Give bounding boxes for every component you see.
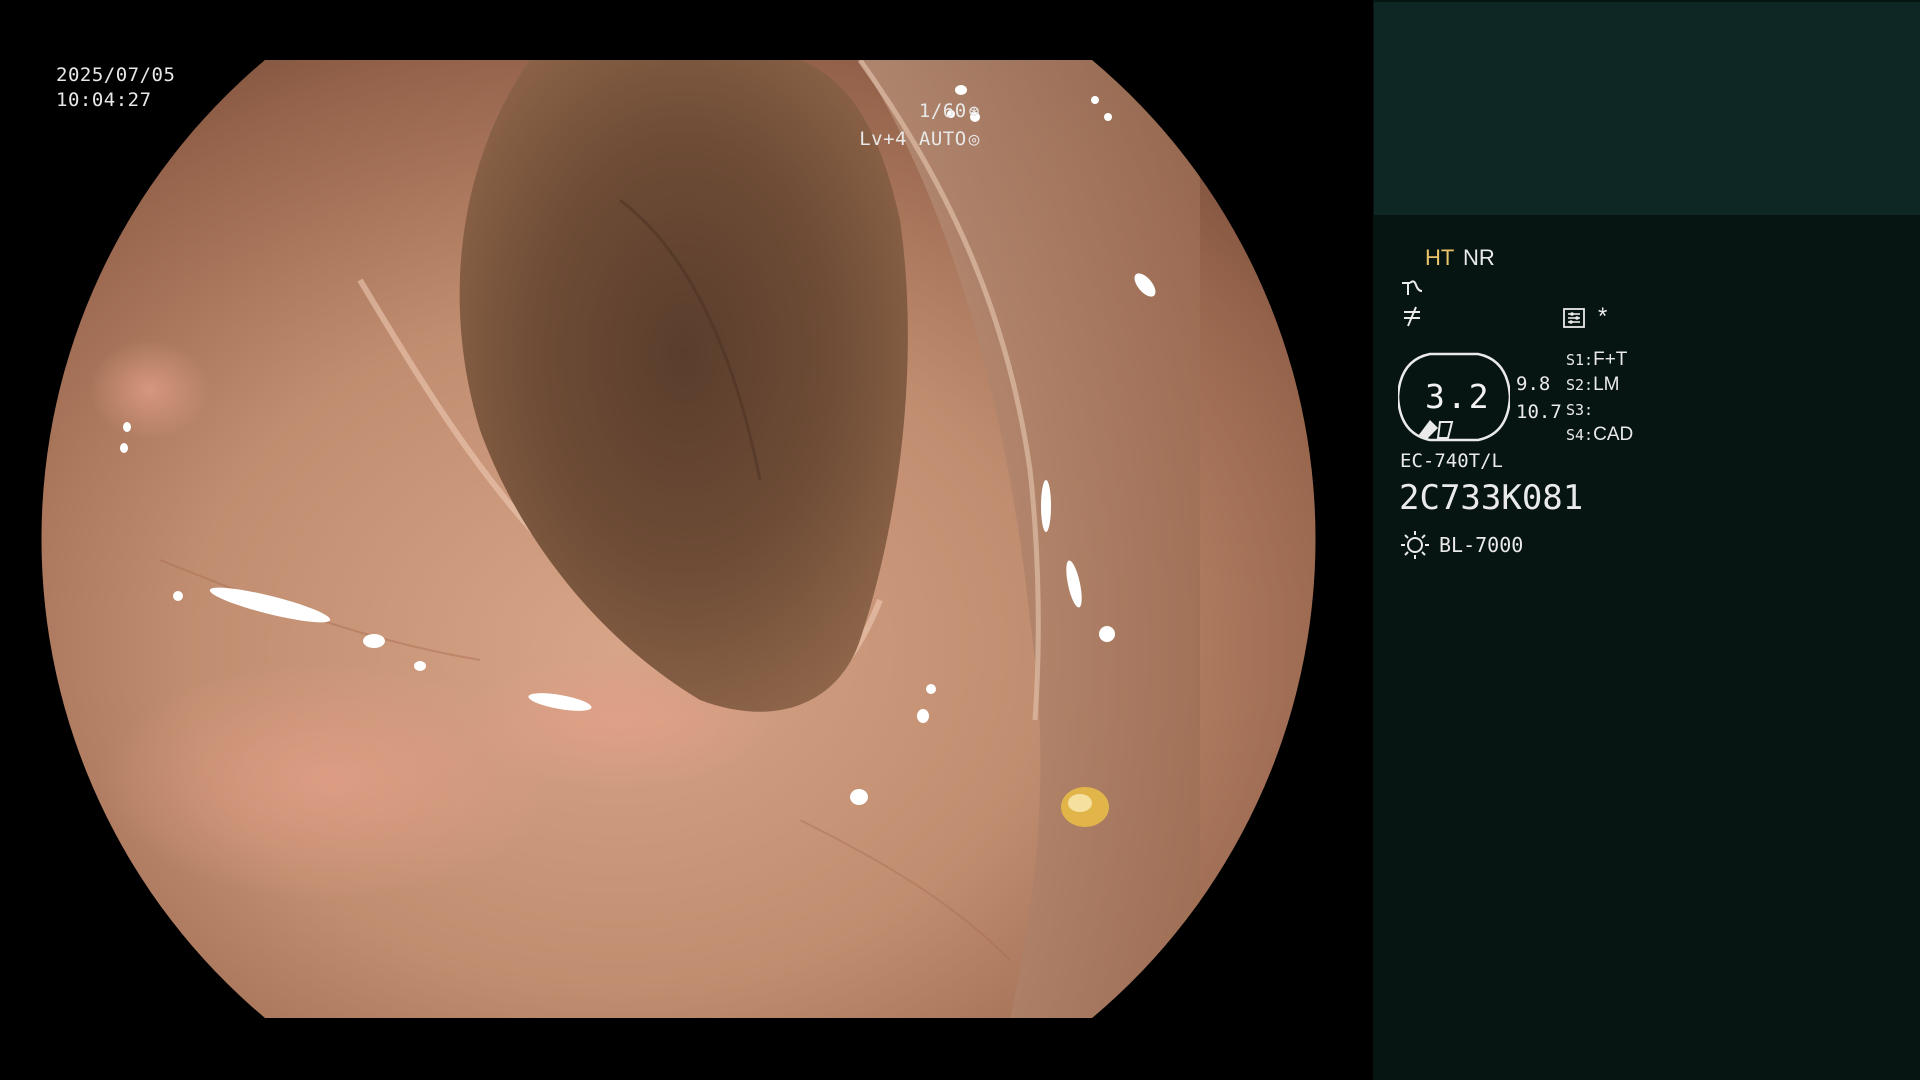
switch-row-s1: S1:F+T	[1566, 348, 1627, 372]
switch-value: F+T	[1593, 349, 1628, 370]
switch-value: CAD	[1593, 424, 1634, 445]
shutter-value: 1/60	[918, 100, 967, 122]
level-value: Lv+4 AUTO	[859, 128, 967, 150]
date-readout: 2025/07/05	[56, 64, 176, 86]
endoscope-video-area: 2025/07/05 10:04:27 1/60 ⊛ Lv+4 AUTO ◎	[0, 0, 1373, 1080]
magnification-secondary-b: 10.7	[1516, 401, 1562, 423]
patient-info-box	[1374, 2, 1920, 215]
switch-row-s2: S2:LM	[1566, 373, 1620, 397]
iris-icon: ◎	[968, 129, 980, 150]
light-source-model: BL-7000	[1439, 533, 1524, 557]
info-panel: HT NR * 3.2 9.8 10.7 S1:F+T S2:LM S3: S4…	[1373, 0, 1920, 1080]
settings-menu-icon	[1563, 308, 1585, 328]
switch-label: S3:	[1566, 401, 1594, 419]
asterisk-icon: *	[1598, 303, 1608, 330]
magnification-secondary-a: 9.8	[1516, 373, 1551, 395]
aperture-icon: ⊛	[968, 101, 980, 122]
switch-label: S2:	[1566, 376, 1594, 394]
mode-ht-label: HT	[1425, 245, 1455, 270]
time-readout: 10:04:27	[56, 89, 152, 111]
light-source-icon	[1401, 531, 1429, 559]
mode-nr-label: NR	[1463, 245, 1495, 270]
switch-label: S1:	[1566, 351, 1594, 369]
scope-model: EC-740T/L	[1400, 450, 1503, 472]
magnification-value: 3.2	[1425, 377, 1491, 416]
endoscope-monitor-screen: 2025/07/05 10:04:27 1/60 ⊛ Lv+4 AUTO ◎ HT …	[0, 0, 1920, 1080]
switch-value: LM	[1593, 374, 1620, 395]
switch-row-s4: S4:CAD	[1566, 423, 1633, 447]
enhancement-wave-icon	[1402, 280, 1423, 295]
switch-label: S4:	[1566, 426, 1594, 444]
brightness-level-readout: Lv+4 AUTO ◎	[859, 127, 980, 152]
switch-row-s3: S3:	[1566, 398, 1593, 422]
structure-enhance-icon	[1404, 306, 1420, 327]
endoscopic-image	[41, 60, 1316, 1018]
shutter-readout: 1/60 ⊛	[919, 99, 980, 124]
scope-serial-number: 2C733K081	[1399, 478, 1584, 518]
